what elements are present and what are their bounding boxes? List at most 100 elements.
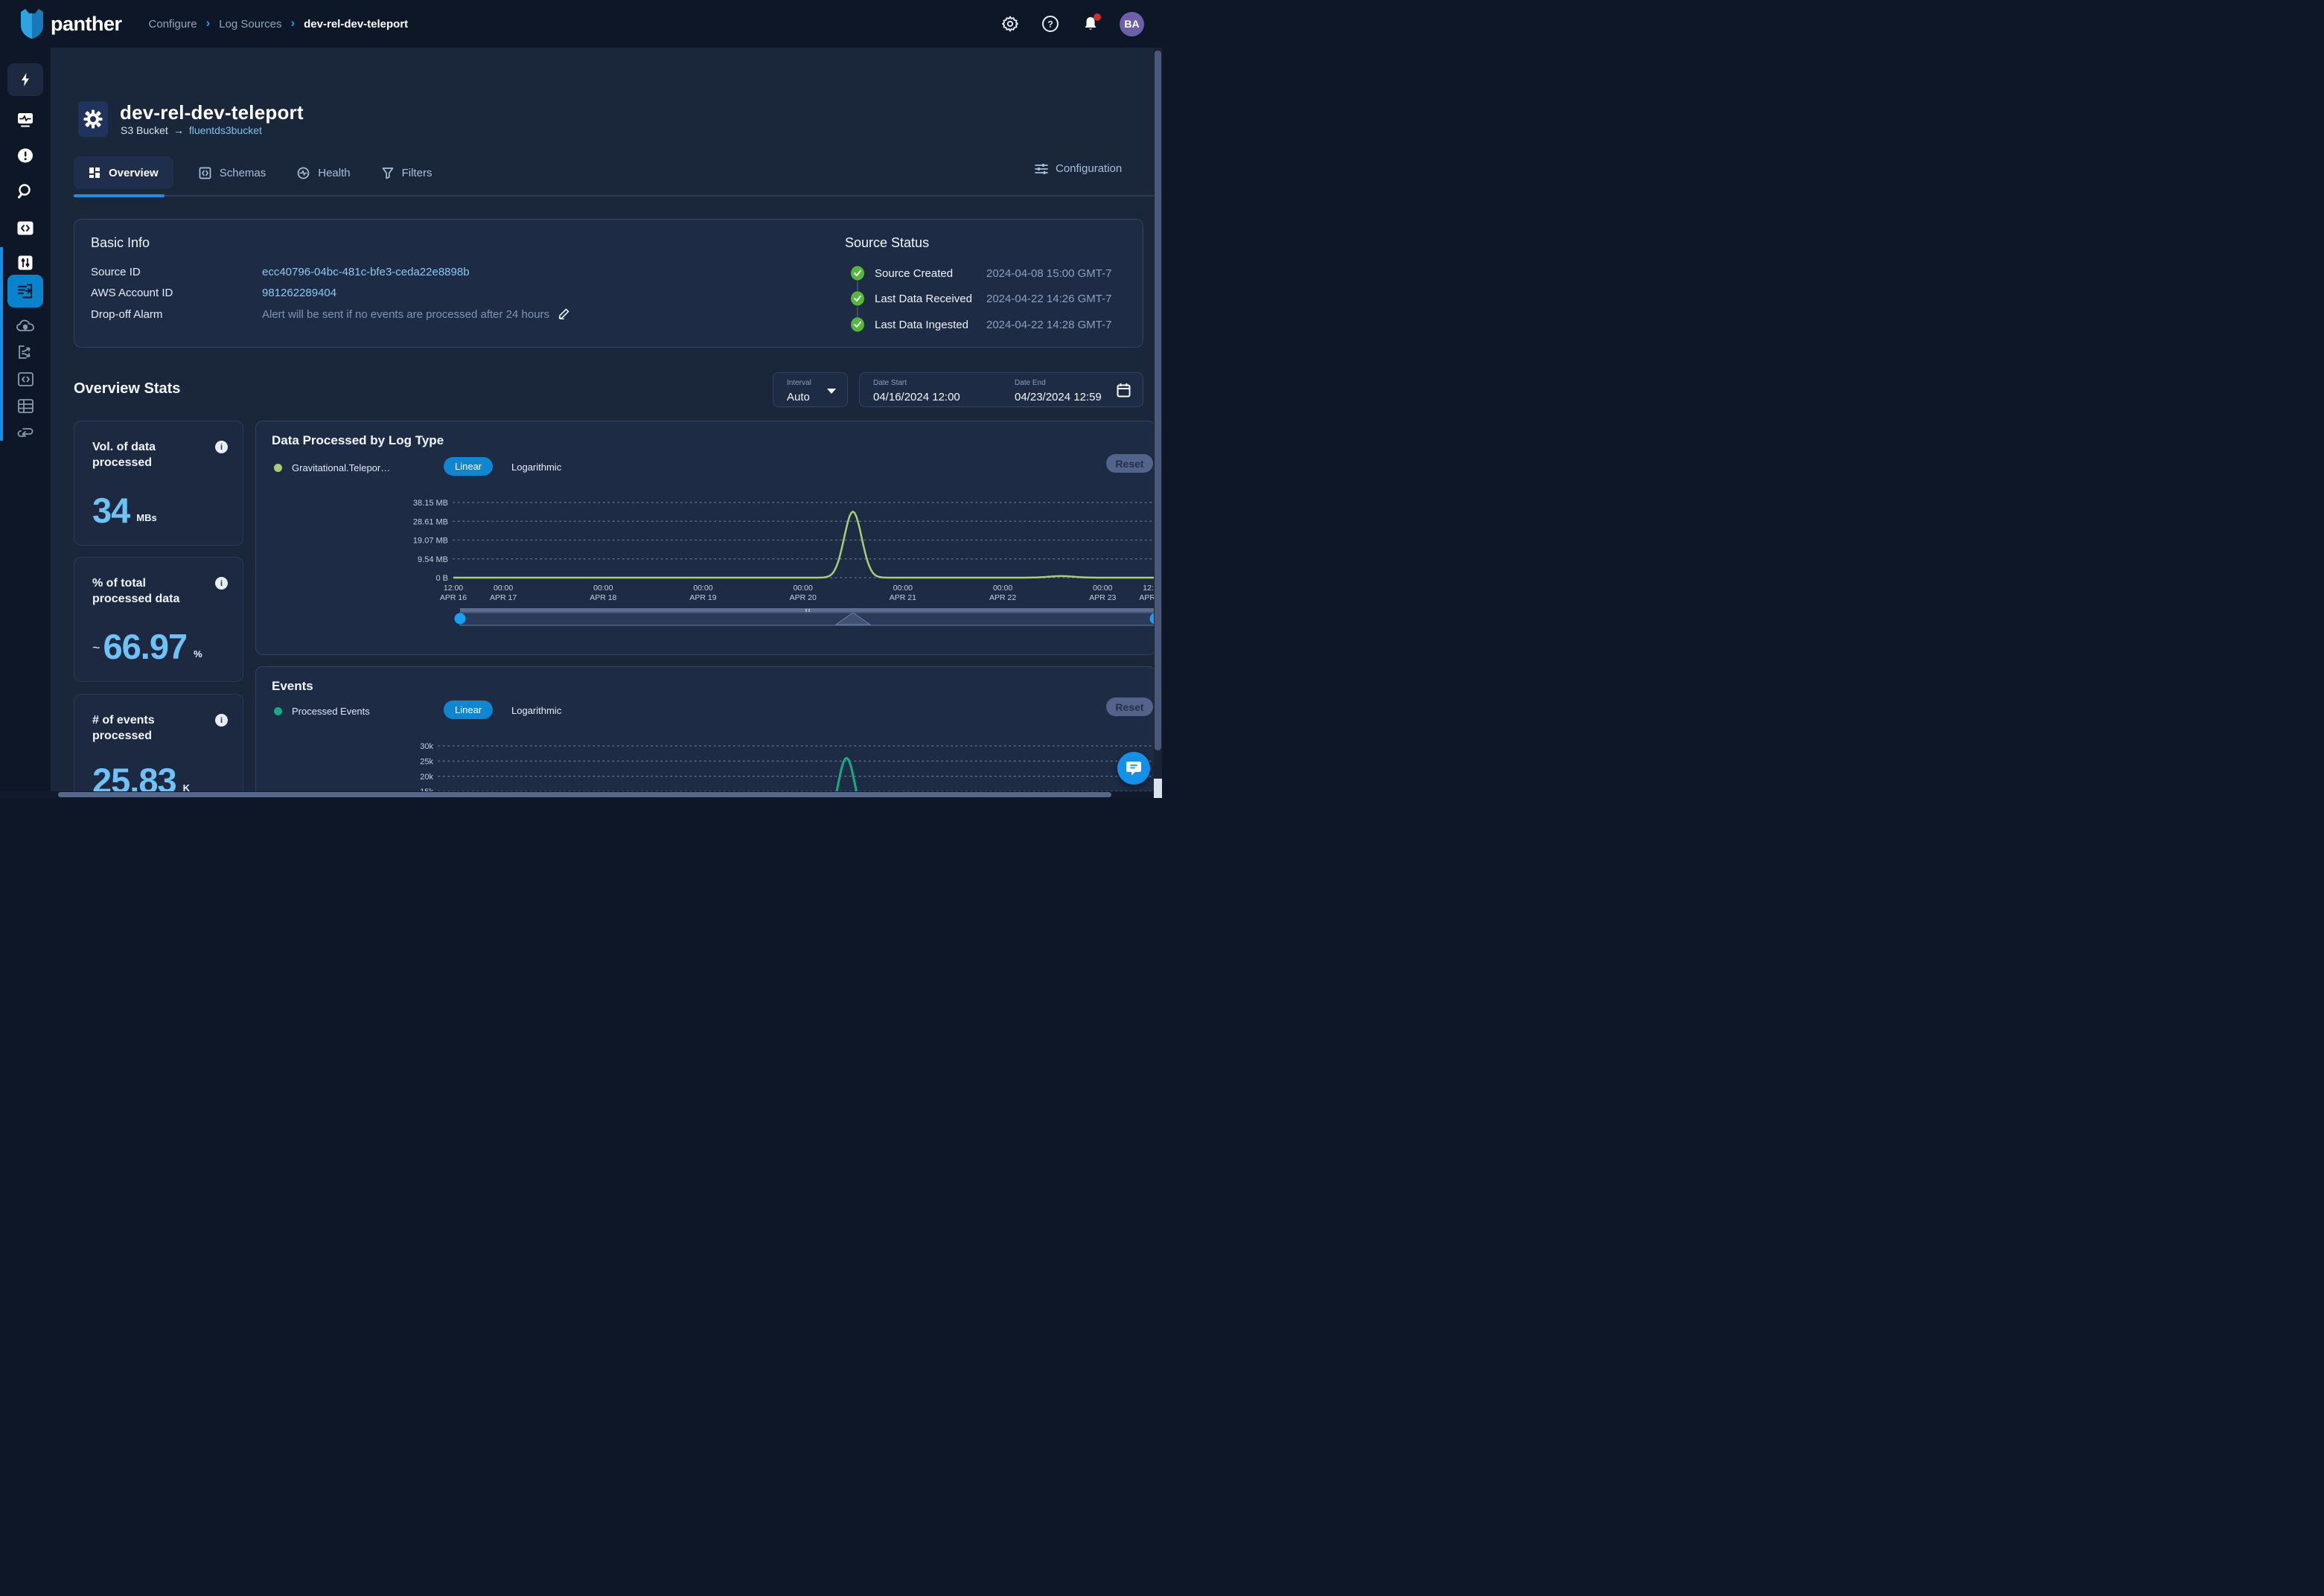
info-row-dropoff-alarm: Drop-off Alarm Alert will be sent if no … [91, 308, 569, 325]
grid-icon [89, 167, 100, 179]
reset-button[interactable]: Reset [1106, 698, 1153, 716]
y-tick-label: 20k [420, 773, 433, 782]
reset-button[interactable]: Reset [1106, 454, 1153, 473]
x-tick-date: APR 18 [590, 593, 616, 602]
sidebar-item-search[interactable] [7, 176, 43, 206]
data-processed-chart[interactable]: 0 B9.54 MB19.07 MB28.61 MB38.15 MB12:00A… [256, 421, 1156, 655]
horizontal-scrollbar-thumb[interactable] [58, 792, 1111, 797]
overview-stats-title: Overview Stats [74, 380, 180, 398]
legend-label[interactable]: Gravitational.Telepor… [292, 462, 390, 473]
status-item-last-data-ingested: Last Data Ingested 2024-04-22 14:28 GMT-… [850, 317, 1111, 332]
funnel-icon [382, 167, 394, 179]
panther-shield-icon [19, 9, 45, 39]
calendar-icon[interactable] [1117, 383, 1131, 398]
info-icon[interactable]: i [215, 441, 228, 453]
horizontal-scrollbar-track[interactable] [0, 791, 1162, 798]
status-timestamp: 2024-04-22 14:28 GMT-7 [986, 319, 1111, 331]
stat-card-events: # of events processed i 25.83 K [74, 694, 243, 798]
date-end-value[interactable]: 04/23/2024 12:59 [1015, 391, 1102, 403]
events-chart[interactable]: 30k25k20k15k [256, 730, 1156, 798]
x-tick-time: 00:00 [593, 584, 613, 593]
brush-handle-left[interactable] [455, 613, 466, 625]
sidebar-item-lightning[interactable] [7, 63, 43, 96]
logarithmic-toggle-button[interactable]: Logarithmic [511, 705, 561, 716]
y-tick-label: 30k [420, 742, 433, 751]
status-item-source-created: Source Created 2024-04-08 15:00 GMT-7 [850, 266, 1111, 281]
user-avatar[interactable]: BA [1120, 12, 1144, 36]
legend-label[interactable]: Processed Events [292, 706, 370, 717]
sidebar-item-cloud-security[interactable] [7, 310, 43, 340]
vertical-scrollbar-thumb[interactable] [1155, 51, 1161, 750]
help-icon[interactable]: ? [1039, 13, 1062, 35]
panther-logo[interactable]: panther [19, 9, 122, 39]
stat-number: 66.97 [103, 632, 188, 662]
sidebar-item-integrations[interactable] [7, 337, 43, 367]
breadcrumb-chevron-icon: › [206, 16, 211, 31]
aws-account-id-value[interactable]: 981262289404 [262, 287, 336, 303]
svg-text:?: ? [1047, 19, 1053, 30]
legend-dot-teal [274, 707, 282, 715]
status-label: Last Data Received [875, 293, 986, 305]
edit-pencil-icon[interactable] [558, 308, 569, 325]
status-timestamp: 2024-04-08 15:00 GMT-7 [986, 267, 1111, 280]
x-tick-date: APR 19 [689, 593, 716, 602]
sidebar-item-dashboard[interactable] [7, 105, 43, 135]
y-tick-label: 25k [420, 757, 433, 766]
logarithmic-toggle-button[interactable]: Logarithmic [511, 462, 561, 473]
sidebar: › [0, 48, 51, 798]
settings-gear-icon[interactable] [999, 13, 1021, 35]
chart-panel-events: Events Processed Events Linear Logarithm… [255, 666, 1156, 798]
app-screen: panther Configure › Log Sources › dev-re… [0, 0, 1162, 798]
tab-label: Overview [109, 167, 159, 179]
linear-toggle-button[interactable]: Linear [444, 700, 493, 719]
configuration-button[interactable]: Configuration [1035, 162, 1122, 175]
tab-label: Schemas [220, 167, 266, 179]
sidebar-item-workflows[interactable] [7, 418, 43, 447]
sidebar-item-packs[interactable] [7, 364, 43, 394]
configuration-label: Configuration [1056, 162, 1122, 175]
interval-select[interactable]: Interval Auto [773, 372, 848, 407]
sidebar-item-sliders[interactable] [7, 248, 43, 278]
brand-wordmark: panther [51, 13, 122, 36]
notifications-bell-icon[interactable] [1079, 13, 1102, 35]
basic-info-title: Basic Info [91, 235, 150, 251]
stat-card-volume: Vol. of data processed i 34 MBs [74, 421, 243, 546]
info-row-aws-account: AWS Account ID 981262289404 [91, 287, 336, 303]
tab-filters[interactable]: Filters [376, 156, 438, 189]
source-id-value[interactable]: ecc40796-04bc-481c-bfe3-ceda22e8898b [262, 266, 470, 282]
y-tick-label: 38.15 MB [413, 499, 448, 508]
stat-card-percent: % of total processed data i ~ 66.97 % [74, 557, 243, 682]
tab-schemas[interactable]: Schemas [193, 156, 272, 189]
brush-scroll-strip [460, 608, 1155, 612]
status-label: Last Data Ingested [875, 319, 986, 331]
sidebar-item-code[interactable] [7, 213, 43, 243]
x-tick-date: APR 20 [790, 593, 817, 602]
x-tick-time: 00:00 [993, 584, 1012, 593]
breadcrumb-chevron-icon: › [290, 16, 295, 31]
tab-overview[interactable]: Overview [74, 156, 173, 189]
vertical-scrollbar-track[interactable] [1154, 48, 1162, 798]
info-label: AWS Account ID [91, 287, 262, 303]
breadcrumb: Configure › Log Sources › dev-rel-dev-te… [149, 16, 409, 31]
linear-toggle-button[interactable]: Linear [444, 457, 493, 476]
arrow-right-icon: → [173, 124, 184, 136]
breadcrumb-log-sources[interactable]: Log Sources [219, 18, 281, 31]
breadcrumb-configure[interactable]: Configure [149, 18, 197, 31]
sidebar-item-log-sources-active[interactable] [7, 275, 43, 307]
bucket-link[interactable]: fluentds3bucket [189, 124, 262, 136]
info-icon[interactable]: i [215, 714, 228, 727]
chat-widget-button[interactable] [1117, 752, 1150, 785]
source-logo-tile [78, 101, 108, 137]
brush-selection[interactable] [460, 613, 1155, 625]
tab-health[interactable]: Health [291, 156, 356, 189]
stat-value: 34 MBs [92, 496, 157, 526]
status-connector [857, 307, 858, 318]
source-type-label: S3 Bucket [121, 124, 168, 136]
info-icon[interactable]: i [215, 577, 228, 590]
date-start-value[interactable]: 04/16/2024 12:00 [873, 391, 960, 403]
date-range-picker[interactable]: Date Start 04/16/2024 12:00 Date End 04/… [859, 372, 1143, 407]
top-navbar: panther Configure › Log Sources › dev-re… [0, 0, 1162, 48]
x-tick-date: APR 16 [440, 593, 467, 602]
sidebar-item-tables[interactable] [7, 391, 43, 421]
sidebar-item-alerts[interactable] [7, 141, 43, 170]
